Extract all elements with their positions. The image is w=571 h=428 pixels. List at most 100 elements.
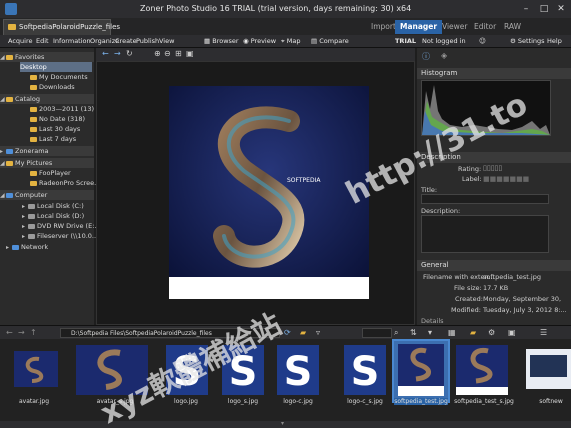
maximize-button[interactable]: □ <box>538 3 550 15</box>
forward-arrow-icon[interactable]: → <box>114 49 121 58</box>
tree-item-dvd-drive[interactable]: ▸ DVD RW Drive (E:... <box>22 221 101 231</box>
minimize-button[interactable]: – <box>520 3 532 15</box>
tree-item-desktop[interactable]: Desktop <box>20 62 92 72</box>
settings-button[interactable]: ⚙ Settings <box>510 36 545 47</box>
general-header[interactable]: General <box>417 260 571 271</box>
list-view-icon[interactable]: ☰ <box>540 328 547 337</box>
menu-view[interactable]: View <box>159 36 174 47</box>
tree-network[interactable]: ▸ Network <box>6 242 48 252</box>
thumbnail[interactable] <box>448 341 516 401</box>
tree-item-label: 2003—2011 (13) <box>39 105 94 113</box>
info-icon[interactable]: ⓘ <box>422 51 430 62</box>
tree-item-catalog-range[interactable]: 2003—2011 (13) <box>30 104 94 114</box>
folder-icon[interactable]: ▰ <box>470 328 476 337</box>
thumbnail[interactable]: S <box>271 341 325 401</box>
menu-acquire[interactable]: Acquire <box>8 36 33 47</box>
network-icon <box>12 244 19 250</box>
tree-item-no-date[interactable]: No Date (318) <box>30 114 85 124</box>
tab-manager[interactable]: Manager <box>395 20 443 34</box>
tab-raw[interactable]: RAW <box>499 20 526 34</box>
zoom-out-icon[interactable]: ⊖ <box>164 49 171 58</box>
document-tab[interactable]: SoftpediaPolaroidPuzzle_files <box>3 19 120 35</box>
browser-button[interactable]: ▦ Browser <box>204 36 239 47</box>
details-header[interactable]: Details <box>421 317 444 325</box>
tree-catalog[interactable]: ◢ Catalog <box>0 94 94 104</box>
tree-computer[interactable]: ◢ Computer <box>0 190 94 200</box>
zoom-in-icon[interactable]: ⊕ <box>154 49 161 58</box>
thumbnail-size-icon[interactable]: ▣ <box>508 328 516 337</box>
preview-image: SOFTPEDIA <box>169 86 369 299</box>
back-arrow-icon[interactable]: ← <box>102 49 109 58</box>
tree-item-label: Local Disk (C:) <box>37 202 84 210</box>
help-button[interactable]: Help <box>547 36 562 47</box>
sort-icon[interactable]: ⇅ <box>410 328 417 337</box>
tree-item-last-7-days[interactable]: Last 7 days <box>30 134 76 144</box>
tag-icon[interactable]: ◈ <box>441 51 447 60</box>
close-button[interactable]: ✕ <box>555 3 567 15</box>
thumbnail-label: softpedia_test_s.jpg <box>454 398 514 405</box>
filter-icon[interactable]: ▿ <box>316 328 320 337</box>
rotate-icon[interactable]: ↻ <box>126 49 133 58</box>
up-arrow-icon[interactable]: ↑ <box>30 328 37 337</box>
tab-editor[interactable]: Editor <box>469 20 501 34</box>
folder-icon <box>30 136 37 142</box>
tree-item-fileserver[interactable]: ▸ Fileserver (\\10.0... <box>22 231 98 241</box>
fit-icon[interactable]: ⊞ <box>175 49 182 58</box>
login-status[interactable]: Not logged in <box>422 36 466 47</box>
map-button[interactable]: ⌖ Map <box>281 36 300 47</box>
thumbnail-selected[interactable] <box>392 339 450 403</box>
tab-viewer[interactable]: Viewer <box>437 20 473 34</box>
thumbnail[interactable]: S <box>338 341 392 401</box>
viewer-toolbar: ← → ↻ ⊕ ⊖ ⊞ ▣ <box>96 48 415 61</box>
compare-icon: ▤ <box>311 37 318 45</box>
thumbnail-image: S <box>344 345 386 395</box>
tree-item-local-disk-d[interactable]: ▸ Local Disk (D:) <box>22 211 84 221</box>
tree-item-label: Local Disk (D:) <box>37 212 85 220</box>
tree-item-radeonpro[interactable]: RadeonPro Scree... <box>30 178 100 188</box>
description-field[interactable] <box>421 215 549 253</box>
menu-publish[interactable]: Publish <box>136 36 159 47</box>
settings-icon[interactable]: ⚙ <box>488 328 495 337</box>
title-field[interactable] <box>421 194 549 204</box>
status-bar: ▾ <box>0 420 571 428</box>
tree-item-my-documents[interactable]: My Documents <box>30 72 88 82</box>
user-icon[interactable]: ☺ <box>479 36 486 47</box>
general-key: File size: <box>454 284 482 292</box>
histogram-header[interactable]: Histogram <box>417 68 571 79</box>
menu-edit[interactable]: Edit <box>36 36 49 47</box>
compare-button[interactable]: ▤ Compare <box>311 36 349 47</box>
search-input[interactable] <box>362 328 392 338</box>
view-mode-icon[interactable]: ▦ <box>448 328 456 337</box>
compare-label: Compare <box>319 37 349 45</box>
disk-icon <box>28 203 35 209</box>
tree-zonerama[interactable]: ▸ Zonerama <box>0 146 94 156</box>
menu-create[interactable]: Create <box>115 36 137 47</box>
thumbnail[interactable] <box>4 341 68 401</box>
filter-funnel-icon[interactable]: ▾ <box>428 328 432 337</box>
preview-button[interactable]: ◉ Preview <box>243 36 276 47</box>
tree-item-last-30-days[interactable]: Last 30 days <box>30 124 80 134</box>
app-icon[interactable] <box>5 3 17 15</box>
tree-favorites[interactable]: ◢ Favorites <box>0 52 94 62</box>
new-folder-icon[interactable]: ▰ <box>300 328 306 337</box>
rating-stars[interactable]: ▯▯▯▯▯ <box>483 164 502 172</box>
thumbnail[interactable] <box>526 341 571 401</box>
back-arrow-icon[interactable]: ← <box>6 328 13 337</box>
actual-size-icon[interactable]: ▣ <box>186 49 194 58</box>
menu-information[interactable]: Information <box>53 36 91 47</box>
window-title: Zoner Photo Studio 16 TRIAL (trial versi… <box>140 4 412 13</box>
color-labels[interactable]: ■■■■■■■ <box>483 175 529 183</box>
tree-item-downloads[interactable]: Downloads <box>30 82 75 92</box>
photo-caption: SOFTPEDIA <box>287 177 321 184</box>
collapse-arrow-icon[interactable]: ▾ <box>281 420 284 427</box>
preview-label: Preview <box>250 37 277 45</box>
dvd-icon <box>28 223 35 229</box>
search-icon[interactable]: ⌕ <box>394 328 398 338</box>
thumbnail-label: avatar.jpg <box>18 398 50 405</box>
thumbnail-image <box>14 351 58 387</box>
thumbnail-image: S <box>277 345 319 395</box>
tree-item-local-disk-c[interactable]: ▸ Local Disk (C:) <box>22 201 84 211</box>
tree-item-fooplayer[interactable]: FooPlayer <box>30 168 71 178</box>
tree-my-pictures[interactable]: ◢ My Pictures <box>0 158 94 168</box>
forward-arrow-icon[interactable]: → <box>18 328 25 337</box>
